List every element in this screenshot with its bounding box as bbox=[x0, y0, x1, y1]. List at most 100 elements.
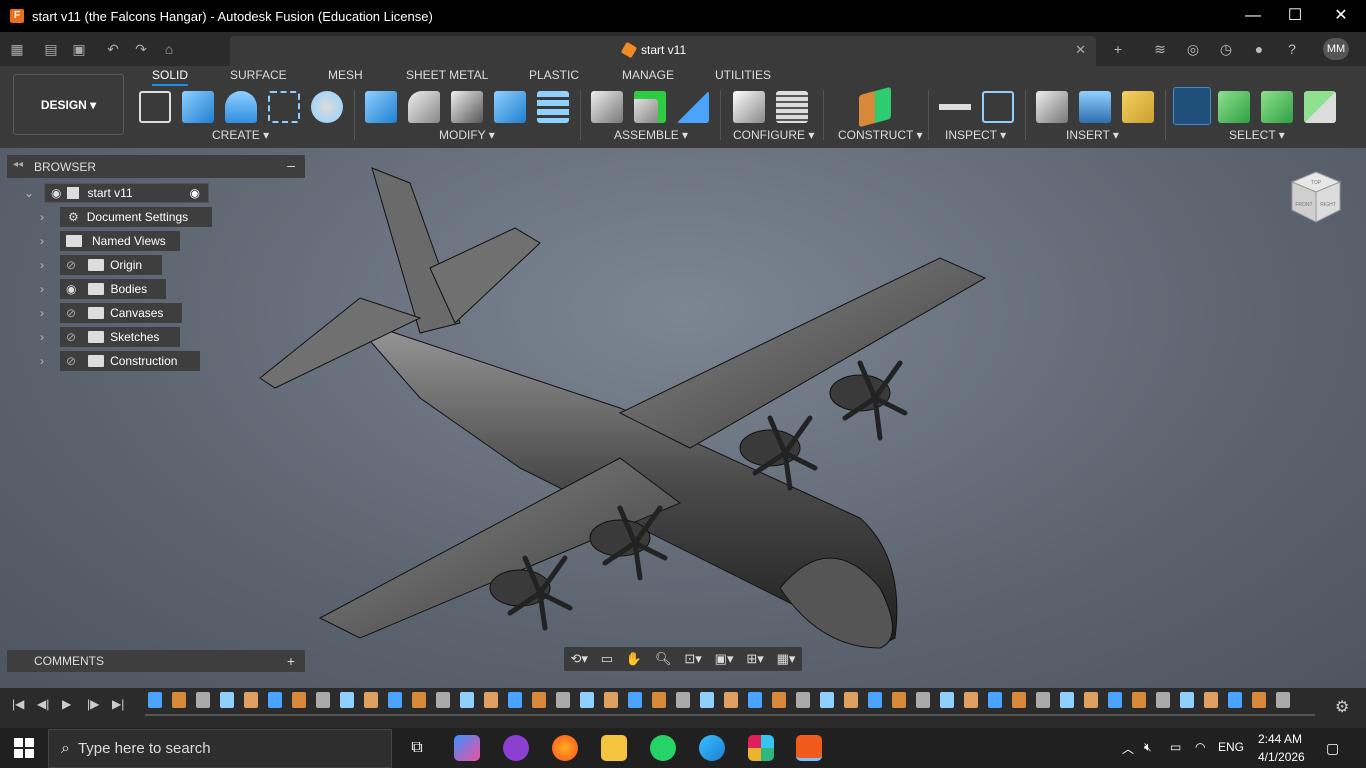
minimize-button[interactable]: — bbox=[1230, 0, 1276, 32]
look-at-icon[interactable]: ▭ bbox=[601, 651, 613, 667]
zoom-icon[interactable]: 🔍︎ bbox=[655, 651, 672, 667]
timeline-feature-icon[interactable] bbox=[676, 692, 690, 708]
browser-item-canvases[interactable]: › ⊘ Canvases bbox=[40, 303, 182, 323]
joint-icon[interactable] bbox=[634, 91, 666, 123]
wifi-icon[interactable]: ◠ bbox=[1195, 740, 1205, 754]
tab-manage[interactable]: MANAGE bbox=[622, 68, 674, 86]
timeline-settings-gear-icon[interactable]: ⚙ bbox=[1335, 697, 1349, 717]
combine-icon[interactable] bbox=[494, 91, 526, 123]
viewcube[interactable]: TOP FRONT RIGHT bbox=[1290, 170, 1342, 224]
extrude-icon[interactable] bbox=[182, 91, 214, 123]
timeline-feature-icon[interactable] bbox=[364, 692, 378, 708]
insert-canvas-icon[interactable] bbox=[1079, 91, 1111, 123]
file-explorer-icon[interactable] bbox=[601, 735, 627, 761]
orbit-icon[interactable]: ⟲▾ bbox=[570, 651, 587, 667]
timeline-feature-icon[interactable] bbox=[964, 692, 978, 708]
timeline-feature-icon[interactable] bbox=[844, 692, 858, 708]
timeline-feature-icon[interactable] bbox=[1108, 692, 1122, 708]
pan-icon[interactable]: ✋ bbox=[626, 651, 642, 667]
clipchamp-icon[interactable] bbox=[503, 735, 529, 761]
section-analysis-icon[interactable] bbox=[982, 91, 1014, 123]
press-pull-icon[interactable] bbox=[365, 91, 397, 123]
construct-group-label[interactable]: CONSTRUCT ▾ bbox=[838, 128, 922, 142]
browser-item-bodies[interactable]: › ◉ Bodies bbox=[40, 279, 166, 299]
comments-panel[interactable]: COMMENTS + bbox=[7, 650, 305, 672]
timeline-feature-icon[interactable] bbox=[484, 692, 498, 708]
browser-panel-header[interactable]: ◂◂ BROWSER – bbox=[7, 155, 305, 178]
go-to-start-icon[interactable]: |◀ bbox=[12, 697, 24, 711]
timeline-feature-icon[interactable] bbox=[1060, 692, 1074, 708]
chevron-right-icon[interactable]: › bbox=[40, 354, 44, 368]
timeline-feature-icon[interactable] bbox=[1036, 692, 1050, 708]
configure-group-label[interactable]: CONFIGURE ▾ bbox=[733, 128, 814, 142]
shell-icon[interactable] bbox=[451, 91, 483, 123]
tab-plastic[interactable]: PLASTIC bbox=[529, 68, 579, 86]
help-icon[interactable]: ? bbox=[1280, 32, 1304, 66]
battery-icon[interactable]: ▭ bbox=[1170, 740, 1181, 754]
configuration-table-icon[interactable] bbox=[776, 91, 808, 123]
fit-icon[interactable]: ⊡▾ bbox=[684, 651, 701, 667]
step-forward-icon[interactable]: |▶ bbox=[87, 697, 99, 711]
clock-time[interactable]: 2:44 AM bbox=[1258, 732, 1302, 746]
timeline-feature-icon[interactable] bbox=[628, 692, 642, 708]
browser-item-construction[interactable]: › ⊘ Construction bbox=[40, 351, 200, 371]
timeline-feature-icon[interactable] bbox=[340, 692, 354, 708]
task-view-icon[interactable]: ⧉ bbox=[404, 735, 430, 761]
viewcube-front-label[interactable]: FRONT bbox=[1295, 202, 1312, 208]
timeline-feature-icon[interactable] bbox=[796, 692, 810, 708]
timeline-feature-icon[interactable] bbox=[652, 692, 666, 708]
browser-item-document-settings[interactable]: › ⚙ Document Settings bbox=[40, 207, 212, 227]
timeline-feature-icon[interactable] bbox=[940, 692, 954, 708]
online-status-icon[interactable]: ◎ bbox=[1181, 32, 1205, 66]
workspace-switcher[interactable]: DESIGN ▾ bbox=[13, 74, 124, 135]
volume-muted-icon[interactable]: 🔇︎ bbox=[1144, 740, 1152, 755]
file-menu-icon[interactable]: ▤ bbox=[40, 38, 62, 60]
tab-surface[interactable]: SURFACE bbox=[230, 68, 287, 86]
viewcube-top-label[interactable]: TOP bbox=[1311, 180, 1322, 186]
chevron-right-icon[interactable]: › bbox=[40, 234, 44, 248]
timeline-feature-icon[interactable] bbox=[580, 692, 594, 708]
timeline-feature-icon[interactable] bbox=[1276, 692, 1290, 708]
timeline-feature-icon[interactable] bbox=[196, 692, 210, 708]
notifications-icon[interactable]: ● bbox=[1247, 32, 1271, 66]
play-icon[interactable]: ▶ bbox=[62, 697, 71, 711]
select-group-label[interactable]: SELECT ▾ bbox=[1229, 128, 1285, 142]
apps-grid-icon[interactable]: ▦ bbox=[6, 38, 28, 60]
timeline-feature-icon[interactable] bbox=[1156, 692, 1170, 708]
inspect-group-label[interactable]: INSPECT ▾ bbox=[945, 128, 1006, 142]
measure-icon[interactable] bbox=[939, 91, 971, 123]
timeline-feature-icon[interactable] bbox=[820, 692, 834, 708]
chevron-right-icon[interactable]: › bbox=[40, 330, 44, 344]
grid-icon[interactable]: ⊞▾ bbox=[746, 651, 763, 667]
undo-icon[interactable]: ↶ bbox=[102, 38, 124, 60]
viewports-icon[interactable]: ▦▾ bbox=[777, 651, 796, 667]
viewcube-right-label[interactable]: RIGHT bbox=[1320, 202, 1336, 208]
minimize-browser-icon[interactable]: – bbox=[287, 157, 295, 173]
timeline-feature-icon[interactable] bbox=[1228, 692, 1242, 708]
timeline-feature-icon[interactable] bbox=[244, 692, 258, 708]
timeline-feature-icon[interactable] bbox=[148, 692, 162, 708]
home-icon[interactable]: ⌂ bbox=[158, 38, 180, 60]
eye-hidden-icon[interactable]: ⊘ bbox=[66, 258, 76, 272]
timeline-feature-icon[interactable] bbox=[988, 692, 1002, 708]
modify-group-label[interactable]: MODIFY ▾ bbox=[439, 128, 495, 142]
chevron-right-icon[interactable]: › bbox=[40, 210, 44, 224]
browser-item-sketches[interactable]: › ⊘ Sketches bbox=[40, 327, 180, 347]
tab-solid[interactable]: SOLID bbox=[152, 68, 189, 86]
form-icon[interactable] bbox=[311, 91, 343, 123]
browser-item-origin[interactable]: › ⊘ Origin bbox=[40, 255, 162, 275]
display-settings-icon[interactable]: ▣▾ bbox=[715, 651, 734, 667]
timeline-feature-icon[interactable] bbox=[316, 692, 330, 708]
as-built-joint-icon[interactable] bbox=[677, 91, 709, 123]
show-hidden-icons[interactable]: ︿ bbox=[1122, 740, 1134, 757]
create-group-label[interactable]: CREATE ▾ bbox=[212, 128, 269, 142]
timeline-feature-icon[interactable] bbox=[532, 692, 546, 708]
step-back-icon[interactable]: ◀| bbox=[37, 697, 49, 711]
revolve-icon[interactable] bbox=[225, 91, 257, 123]
save-icon[interactable]: ▣ bbox=[68, 38, 90, 60]
create-sketch-icon[interactable] bbox=[139, 91, 171, 123]
timeline-feature-icon[interactable] bbox=[1132, 692, 1146, 708]
edge-icon[interactable] bbox=[699, 735, 725, 761]
timeline-feature-icon[interactable] bbox=[436, 692, 450, 708]
tab-mesh[interactable]: MESH bbox=[328, 68, 363, 86]
